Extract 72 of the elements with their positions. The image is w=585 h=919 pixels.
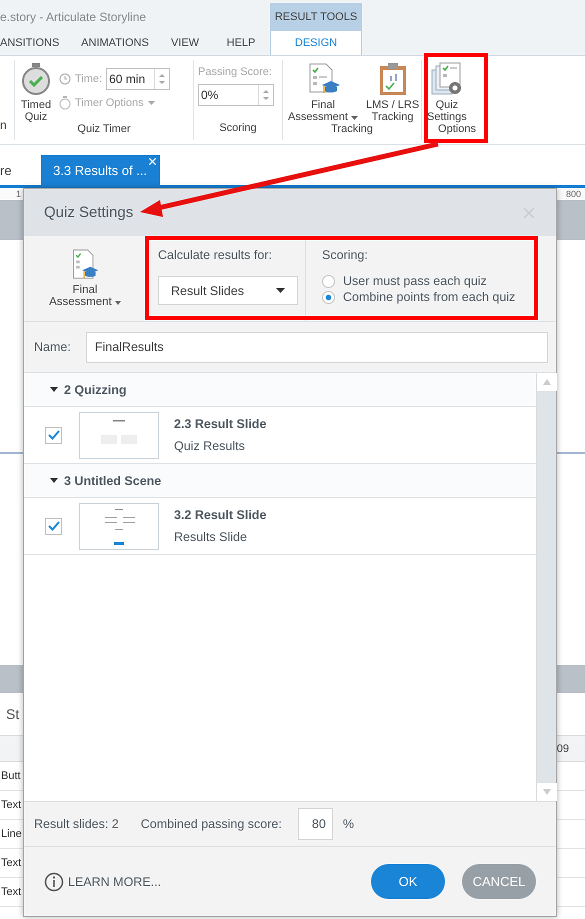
ruler-number: 800 xyxy=(566,189,581,199)
radio-button[interactable] xyxy=(322,274,335,288)
ruler-number: 1 xyxy=(16,189,22,199)
scene-header[interactable]: 2 Quizzing xyxy=(24,373,536,407)
radio-option[interactable]: Combine points from each quiz xyxy=(322,290,556,304)
result-type-dropdown[interactable]: Result Slides xyxy=(158,276,298,305)
context-tab-header: RESULT TOOLS xyxy=(270,3,362,30)
passing-score-label: Combined passing score: xyxy=(140,817,282,831)
name-field[interactable]: FinalResults xyxy=(86,332,548,362)
caret-icon xyxy=(350,116,358,120)
timeline-row-label: Line xyxy=(1,828,22,840)
ribbon-tab[interactable]: ANIMATIONS xyxy=(72,30,158,55)
name-label: Name: xyxy=(34,340,71,354)
lms-tracking-button[interactable]: LMS / LRS Tracking xyxy=(364,60,420,123)
timeline-row-label: Text xyxy=(1,886,22,898)
scene-title: 2 Quizzing xyxy=(64,382,126,396)
checkbox[interactable] xyxy=(45,426,62,444)
final-assessment-button[interactable]: Final Assessment xyxy=(24,236,146,321)
spin-arrows-icon xyxy=(262,87,270,103)
caret-icon xyxy=(114,301,121,305)
ribbon-tab[interactable]: HELP xyxy=(212,30,270,55)
info-icon xyxy=(44,872,64,892)
learn-more-link[interactable]: LEARN MORE... xyxy=(44,872,162,892)
dialog-button[interactable]: OK xyxy=(371,864,445,899)
radio-option[interactable]: User must pass each quiz xyxy=(322,274,556,288)
ribbon-tab[interactable]: DESIGN xyxy=(270,30,362,55)
radio-label: Combine points from each quiz xyxy=(343,290,516,304)
scene-header[interactable]: 3 Untitled Scene xyxy=(24,464,536,498)
document-tab[interactable]: re xyxy=(0,155,12,185)
panel-title: St xyxy=(6,706,20,722)
time-label: Time: xyxy=(75,73,102,85)
timed-quiz-button[interactable]: Timed Quiz xyxy=(19,60,53,123)
dialog-title: Quiz Settings xyxy=(44,204,134,221)
quiz-settings-button[interactable]: Quiz Settings xyxy=(426,60,468,123)
stopwatch-icon xyxy=(20,62,52,96)
result-count: Result slides: 2 xyxy=(34,817,119,831)
ribbon-button[interactable]: n xyxy=(0,118,14,132)
slide-subtitle: Quiz Results xyxy=(174,439,246,453)
unit-label: % xyxy=(342,817,354,831)
timeline-tick: 09 xyxy=(556,742,569,754)
group-label: Quiz Timer xyxy=(76,123,132,137)
passing-score-field[interactable]: 80 xyxy=(298,808,333,840)
close-icon xyxy=(148,158,156,165)
timeline-row-label: Text xyxy=(1,857,22,869)
timeline-row-label: Text xyxy=(1,799,22,811)
ribbon-tab[interactable]: ANSITIONS xyxy=(0,30,72,55)
caret-icon xyxy=(148,101,155,105)
group-label: Tracking xyxy=(330,123,374,137)
window-title: e.story - Articulate Storyline xyxy=(0,10,148,26)
document-tab[interactable]: 3.3 Results of ... xyxy=(40,155,160,185)
slide-title: 2.3 Result Slide xyxy=(174,417,266,431)
clipboard-icon xyxy=(378,62,408,96)
caret-icon xyxy=(276,288,285,293)
calculate-label: Calculate results for: xyxy=(158,248,273,262)
slide-title: 3.2 Result Slide xyxy=(174,508,266,522)
final-assessment-button[interactable]: Final Assessment xyxy=(287,60,359,123)
slide-subtitle: Results Slide xyxy=(174,530,248,544)
scoring-label: Scoring: xyxy=(322,248,369,262)
group-label: Options xyxy=(437,123,477,137)
radio-button[interactable] xyxy=(322,290,335,304)
timer-icon xyxy=(59,96,71,110)
documents-gear-icon xyxy=(430,62,464,96)
clock-icon xyxy=(59,73,71,85)
scene-title: 3 Untitled Scene xyxy=(64,474,162,488)
timeline-row-label: Butt xyxy=(1,770,21,782)
passing-score-label: Passing Score: xyxy=(198,66,272,78)
checkbox[interactable] xyxy=(45,518,62,534)
group-label: Scoring xyxy=(218,122,258,136)
scrollbar[interactable] xyxy=(536,373,556,801)
spin-arrows-icon xyxy=(158,71,166,87)
radio-label: User must pass each quiz xyxy=(343,274,487,288)
ribbon-tab[interactable]: VIEW xyxy=(158,30,212,55)
